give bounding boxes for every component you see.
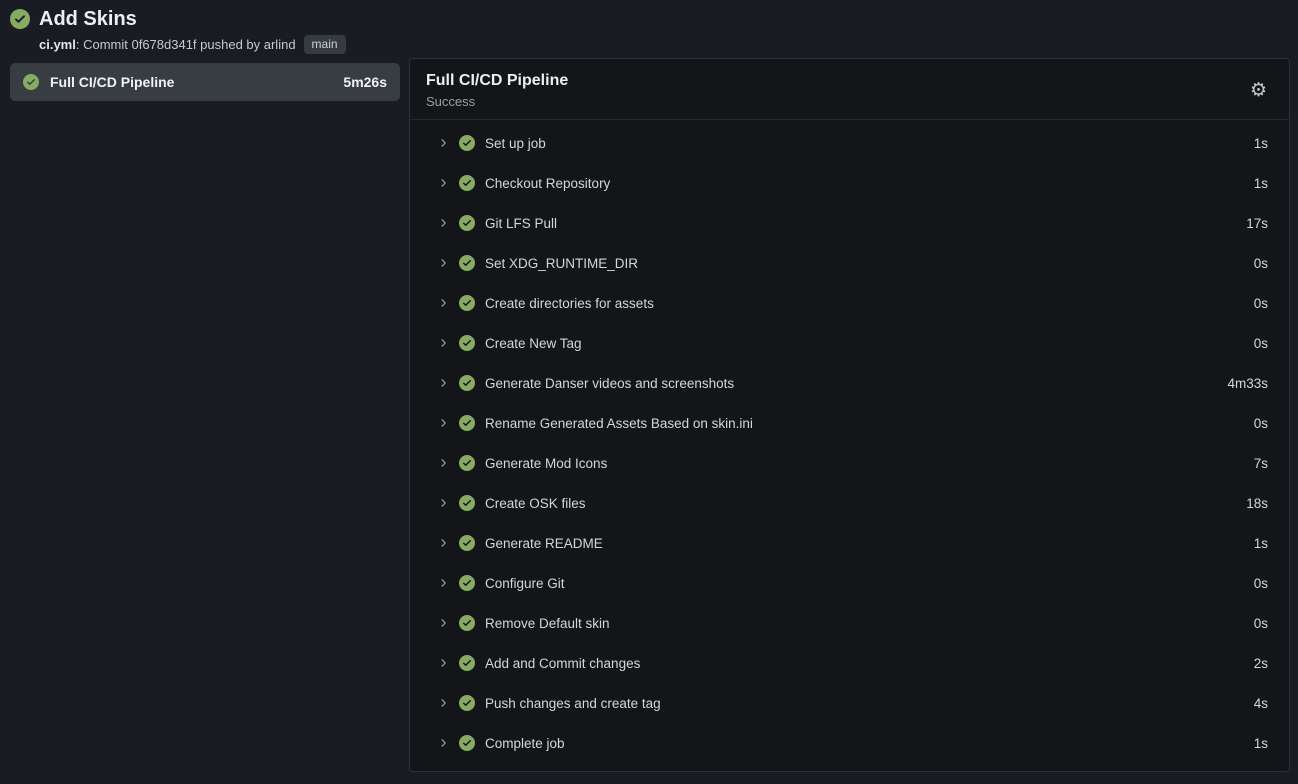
- commit-meta-text: : Commit 0f678d341f pushed by arlind: [76, 37, 296, 52]
- step-row[interactable]: Generate README 1s: [410, 523, 1289, 563]
- chevron-right-icon[interactable]: [437, 257, 449, 269]
- panel-header: Full CI/CD Pipeline Success ⚙: [410, 59, 1289, 120]
- step-name: Generate Danser videos and screenshots: [485, 376, 734, 391]
- step-duration: 0s: [1254, 256, 1268, 271]
- job-item-full-pipeline[interactable]: Full CI/CD Pipeline 5m26s: [10, 63, 400, 101]
- chevron-right-icon[interactable]: [437, 457, 449, 469]
- step-name: Create directories for assets: [485, 296, 654, 311]
- chevron-right-icon[interactable]: [437, 177, 449, 189]
- step-row[interactable]: Git LFS Pull 17s: [410, 203, 1289, 243]
- step-row[interactable]: Add and Commit changes 2s: [410, 643, 1289, 683]
- chevron-right-icon[interactable]: [437, 217, 449, 229]
- step-duration: 0s: [1254, 416, 1268, 431]
- step-row[interactable]: Complete job 1s: [410, 723, 1289, 763]
- job-detail-panel: Full CI/CD Pipeline Success ⚙ Set up job…: [409, 58, 1290, 772]
- step-duration: 4s: [1254, 696, 1268, 711]
- step-name: Set up job: [485, 136, 546, 151]
- step-duration: 17s: [1246, 216, 1268, 231]
- check-circle-icon: [459, 255, 475, 271]
- step-name: Create OSK files: [485, 496, 586, 511]
- gear-icon[interactable]: ⚙: [1242, 79, 1275, 102]
- step-duration: 0s: [1254, 616, 1268, 631]
- step-row[interactable]: Create New Tag 0s: [410, 323, 1289, 363]
- step-row[interactable]: Configure Git 0s: [410, 563, 1289, 603]
- step-name: Configure Git: [485, 576, 565, 591]
- jobs-sidebar: Full CI/CD Pipeline 5m26s: [10, 58, 400, 772]
- chevron-right-icon[interactable]: [437, 417, 449, 429]
- step-duration: 7s: [1254, 456, 1268, 471]
- chevron-right-icon[interactable]: [437, 137, 449, 149]
- check-circle-icon: [459, 735, 475, 751]
- check-circle-icon: [459, 655, 475, 671]
- check-circle-icon: [459, 535, 475, 551]
- step-name: Generate Mod Icons: [485, 456, 607, 471]
- job-duration: 5m26s: [343, 74, 387, 90]
- check-circle-icon: [459, 215, 475, 231]
- step-name: Checkout Repository: [485, 176, 610, 191]
- check-circle-icon: [459, 495, 475, 511]
- step-duration: 0s: [1254, 576, 1268, 591]
- step-duration: 1s: [1254, 536, 1268, 551]
- run-title: Add Skins: [39, 7, 137, 31]
- step-duration: 1s: [1254, 736, 1268, 751]
- chevron-right-icon[interactable]: [437, 497, 449, 509]
- chevron-right-icon[interactable]: [437, 537, 449, 549]
- check-circle-icon: [459, 335, 475, 351]
- chevron-right-icon[interactable]: [437, 737, 449, 749]
- step-row[interactable]: Push changes and create tag 4s: [410, 683, 1289, 723]
- check-circle-icon: [459, 375, 475, 391]
- step-duration: 0s: [1254, 336, 1268, 351]
- run-header: Add Skins ci.yml: Commit 0f678d341f push…: [10, 7, 1290, 54]
- step-name: Rename Generated Assets Based on skin.in…: [485, 416, 753, 431]
- check-circle-icon: [459, 175, 475, 191]
- step-row[interactable]: Rename Generated Assets Based on skin.in…: [410, 403, 1289, 443]
- step-duration: 1s: [1254, 136, 1268, 151]
- check-circle-icon: [459, 295, 475, 311]
- check-circle-icon: [459, 695, 475, 711]
- step-row[interactable]: Generate Danser videos and screenshots 4m…: [410, 363, 1289, 403]
- check-circle-icon: [459, 575, 475, 591]
- check-circle-icon: [459, 615, 475, 631]
- step-row[interactable]: Create directories for assets 0s: [410, 283, 1289, 323]
- check-circle-icon: [23, 74, 39, 90]
- panel-title: Full CI/CD Pipeline: [426, 71, 568, 91]
- chevron-right-icon[interactable]: [437, 617, 449, 629]
- step-name: Git LFS Pull: [485, 216, 557, 231]
- step-duration: 0s: [1254, 296, 1268, 311]
- step-duration: 4m33s: [1227, 376, 1268, 391]
- check-circle-icon: [459, 135, 475, 151]
- step-row[interactable]: Generate Mod Icons 7s: [410, 443, 1289, 483]
- step-name: Push changes and create tag: [485, 696, 661, 711]
- step-name: Remove Default skin: [485, 616, 610, 631]
- chevron-right-icon[interactable]: [437, 697, 449, 709]
- step-name: Generate README: [485, 536, 603, 551]
- check-circle-icon: [459, 455, 475, 471]
- chevron-right-icon[interactable]: [437, 657, 449, 669]
- step-row[interactable]: Checkout Repository 1s: [410, 163, 1289, 203]
- run-meta: ci.yml: Commit 0f678d341f pushed by arli…: [39, 35, 1290, 54]
- branch-badge[interactable]: main: [304, 35, 346, 54]
- panel-status: Success: [426, 94, 568, 109]
- step-name: Complete job: [485, 736, 565, 751]
- step-duration: 18s: [1246, 496, 1268, 511]
- chevron-right-icon[interactable]: [437, 297, 449, 309]
- step-row[interactable]: Set XDG_RUNTIME_DIR 0s: [410, 243, 1289, 283]
- step-duration: 1s: [1254, 176, 1268, 191]
- chevron-right-icon[interactable]: [437, 577, 449, 589]
- workflow-file: ci.yml: [39, 37, 76, 52]
- check-circle-icon: [459, 415, 475, 431]
- workflow-run-page: Add Skins ci.yml: Commit 0f678d341f push…: [0, 0, 1298, 772]
- chevron-right-icon[interactable]: [437, 377, 449, 389]
- chevron-right-icon[interactable]: [437, 337, 449, 349]
- step-name: Set XDG_RUNTIME_DIR: [485, 256, 638, 271]
- steps-list: Set up job 1s Checkout Repository 1s Git LFS…: [410, 120, 1289, 771]
- step-row[interactable]: Create OSK files 18s: [410, 483, 1289, 523]
- job-name: Full CI/CD Pipeline: [50, 74, 174, 90]
- step-name: Create New Tag: [485, 336, 582, 351]
- check-circle-icon: [10, 9, 30, 29]
- step-row[interactable]: Set up job 1s: [410, 123, 1289, 163]
- step-name: Add and Commit changes: [485, 656, 640, 671]
- step-duration: 2s: [1254, 656, 1268, 671]
- step-row[interactable]: Remove Default skin 0s: [410, 603, 1289, 643]
